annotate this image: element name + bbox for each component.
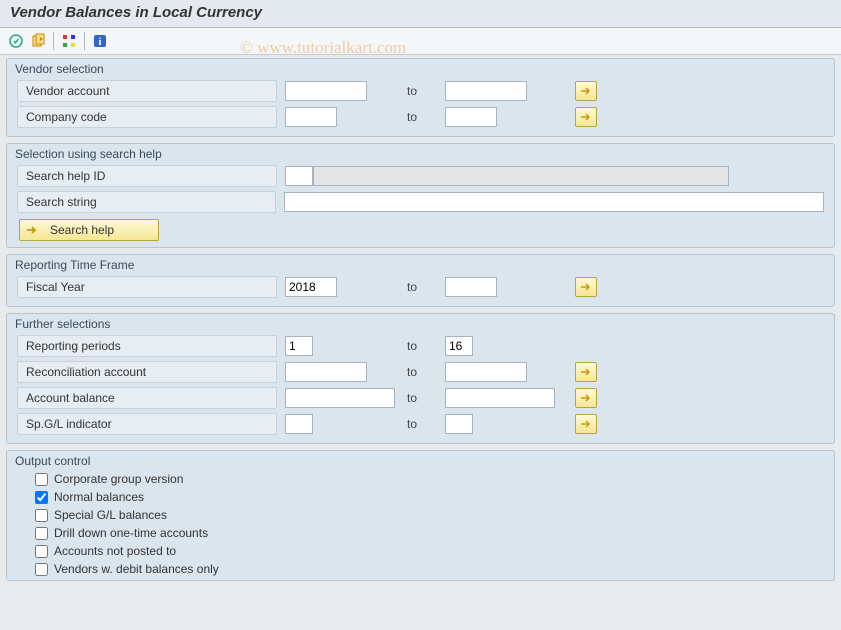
label-account-balance: Account balance bbox=[17, 387, 277, 409]
output-checkbox-row: Corporate group version bbox=[7, 470, 834, 488]
multi-select-button[interactable] bbox=[575, 277, 597, 297]
account-balance-from-input[interactable] bbox=[285, 388, 395, 408]
svg-text:i: i bbox=[98, 36, 101, 48]
search-help-id-desc-input[interactable] bbox=[313, 166, 729, 186]
output-checkbox[interactable] bbox=[35, 545, 48, 558]
group-vendor-selection: Vendor selection Vendor account to Compa… bbox=[6, 58, 835, 137]
fiscal-year-from-input[interactable] bbox=[285, 277, 337, 297]
search-help-button-label: Search help bbox=[50, 223, 114, 237]
output-checkbox-label: Accounts not posted to bbox=[52, 544, 176, 558]
sp-gl-to-input[interactable] bbox=[445, 414, 473, 434]
output-checkbox-label: Vendors w. debit balances only bbox=[52, 562, 219, 576]
output-checkbox[interactable] bbox=[35, 473, 48, 486]
execute-icon[interactable] bbox=[6, 31, 26, 51]
fiscal-year-to-input[interactable] bbox=[445, 277, 497, 297]
label-sp-gl-indicator: Sp.G/L indicator bbox=[17, 413, 277, 435]
output-checkbox-row: Special G/L balances bbox=[7, 506, 834, 524]
company-code-to-input[interactable] bbox=[445, 107, 497, 127]
search-string-input[interactable] bbox=[284, 192, 824, 212]
to-label: to bbox=[405, 110, 435, 124]
to-label: to bbox=[405, 84, 435, 98]
output-checkbox-row: Normal balances bbox=[7, 488, 834, 506]
output-checkbox[interactable] bbox=[35, 527, 48, 540]
search-help-button[interactable]: Search help bbox=[19, 219, 159, 241]
group-title: Selection using search help bbox=[7, 144, 834, 161]
group-output-control: Output control Corporate group version No… bbox=[6, 450, 835, 581]
toolbar: i bbox=[0, 28, 841, 55]
multi-select-button[interactable] bbox=[575, 362, 597, 382]
label-reconciliation-account: Reconciliation account bbox=[17, 361, 277, 383]
to-label: to bbox=[405, 280, 435, 294]
output-checkbox[interactable] bbox=[35, 563, 48, 576]
reporting-periods-from-input[interactable] bbox=[285, 336, 313, 356]
group-further-selections: Further selections Reporting periods to … bbox=[6, 313, 835, 444]
multi-select-button[interactable] bbox=[575, 414, 597, 434]
label-vendor-account: Vendor account bbox=[17, 80, 277, 102]
to-label: to bbox=[405, 417, 435, 431]
to-label: to bbox=[405, 391, 435, 405]
reporting-periods-to-input[interactable] bbox=[445, 336, 473, 356]
selection-options-icon[interactable] bbox=[59, 31, 79, 51]
get-variant-icon[interactable] bbox=[28, 31, 48, 51]
output-checkbox-row: Drill down one-time accounts bbox=[7, 524, 834, 542]
toolbar-divider bbox=[53, 32, 54, 50]
output-checkbox-label: Corporate group version bbox=[52, 472, 183, 486]
vendor-account-from-input[interactable] bbox=[285, 81, 367, 101]
output-checkbox-row: Accounts not posted to bbox=[7, 542, 834, 560]
label-company-code: Company code bbox=[17, 106, 277, 128]
label-search-string: Search string bbox=[17, 191, 276, 213]
multi-select-button[interactable] bbox=[575, 81, 597, 101]
toolbar-divider bbox=[84, 32, 85, 50]
search-help-id-code-input[interactable] bbox=[285, 166, 313, 186]
reconciliation-to-input[interactable] bbox=[445, 362, 527, 382]
to-label: to bbox=[405, 339, 435, 353]
group-title: Further selections bbox=[7, 314, 834, 331]
output-checkbox[interactable] bbox=[35, 509, 48, 522]
label-reporting-periods: Reporting periods bbox=[17, 335, 277, 357]
group-search-help: Selection using search help Search help … bbox=[6, 143, 835, 248]
label-fiscal-year: Fiscal Year bbox=[17, 276, 277, 298]
label-search-help-id: Search help ID bbox=[17, 165, 277, 187]
to-label: to bbox=[405, 365, 435, 379]
vendor-account-to-input[interactable] bbox=[445, 81, 527, 101]
group-title: Output control bbox=[7, 451, 834, 468]
multi-select-button[interactable] bbox=[575, 388, 597, 408]
group-reporting-time: Reporting Time Frame Fiscal Year to bbox=[6, 254, 835, 307]
reconciliation-from-input[interactable] bbox=[285, 362, 367, 382]
group-title: Vendor selection bbox=[7, 59, 834, 76]
account-balance-to-input[interactable] bbox=[445, 388, 555, 408]
output-checkbox-label: Special G/L balances bbox=[52, 508, 167, 522]
output-checkbox-label: Drill down one-time accounts bbox=[52, 526, 208, 540]
company-code-from-input[interactable] bbox=[285, 107, 337, 127]
group-title: Reporting Time Frame bbox=[7, 255, 834, 272]
output-checkbox-label: Normal balances bbox=[52, 490, 144, 504]
sp-gl-from-input[interactable] bbox=[285, 414, 313, 434]
window-title: Vendor Balances in Local Currency bbox=[0, 0, 841, 28]
output-checkbox-row: Vendors w. debit balances only bbox=[7, 560, 834, 578]
multi-select-button[interactable] bbox=[575, 107, 597, 127]
output-checkbox[interactable] bbox=[35, 491, 48, 504]
info-icon[interactable]: i bbox=[90, 31, 110, 51]
